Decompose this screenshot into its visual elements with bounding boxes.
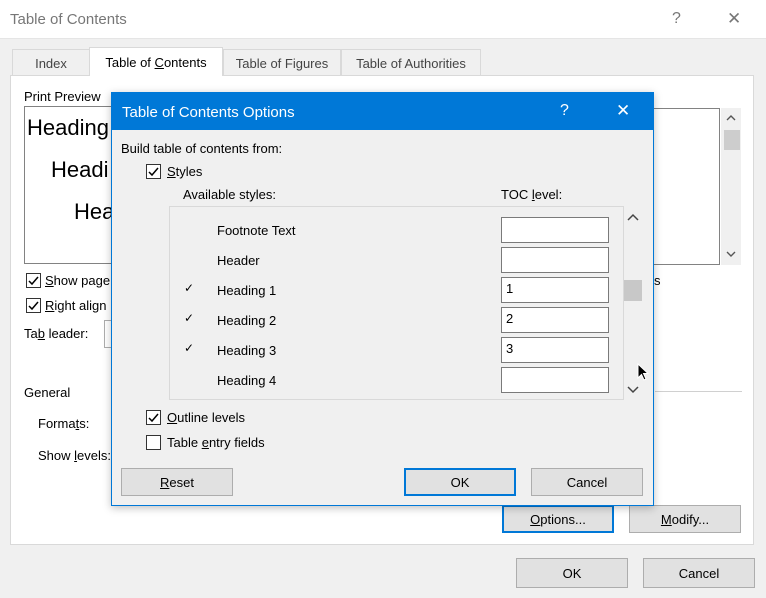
checkmark-icon: ✓	[184, 311, 195, 325]
chevron-up-icon[interactable]	[627, 213, 639, 221]
dialog-cancel-button[interactable]: Cancel	[531, 468, 643, 496]
style-row-footnote-text[interactable]: Footnote Text	[170, 217, 610, 245]
style-name: Heading 2	[217, 313, 277, 328]
print-preview-label: Print Preview	[24, 89, 101, 104]
style-name: Heading 1	[217, 283, 277, 298]
style-name: Heading 4	[217, 373, 277, 388]
styles-label: Styles	[167, 164, 203, 179]
style-name: Footnote Text	[217, 223, 296, 238]
dialog-help-button[interactable]: ?	[560, 102, 569, 120]
outline-levels-checkbox[interactable]	[146, 410, 161, 425]
show-page-label: Show page	[45, 273, 111, 288]
print-preview-box: Heading Headi Hea	[24, 106, 124, 264]
preview-heading-1: Heading	[27, 115, 109, 140]
toc-level-input[interactable]	[501, 367, 609, 393]
dialog-titlebar: Table of Contents Options ? ✕	[112, 93, 653, 130]
web-preview-scrollbar[interactable]	[721, 108, 741, 265]
check-icon	[28, 301, 39, 311]
dialog-title: Table of Contents Options	[122, 104, 295, 121]
outer-title: Table of Contents	[10, 11, 127, 28]
preview-heading-3: Hea	[74, 199, 115, 224]
toc-level-input[interactable]	[501, 247, 609, 273]
tab-table-of-authorities[interactable]: Table of Authorities	[341, 49, 481, 76]
toc-level-input[interactable]	[501, 217, 609, 243]
general-label: General	[24, 385, 71, 400]
outer-titlebar: Table of Contents ? ✕	[0, 0, 766, 39]
show-page-checkbox[interactable]	[26, 273, 41, 288]
style-row-heading-3[interactable]: ✓ Heading 3 3	[170, 337, 610, 365]
general-divider	[655, 391, 742, 392]
preview-heading-2: Headi	[51, 157, 109, 182]
available-styles-header: Available styles:	[183, 187, 276, 202]
modify-button[interactable]: Modify...	[629, 505, 741, 533]
check-icon	[148, 167, 159, 177]
toc-level-input[interactable]: 2	[501, 307, 609, 333]
toc-level-header: TOC level:	[501, 187, 563, 202]
checkmark-icon: ✓	[184, 341, 195, 355]
outer-cancel-button[interactable]: Cancel	[643, 558, 755, 588]
check-icon	[28, 276, 39, 286]
tab-leader-label: Tab leader:	[24, 326, 89, 341]
style-row-header[interactable]: Header	[170, 247, 610, 275]
style-name: Heading 3	[217, 343, 277, 358]
reset-button[interactable]: Reset	[121, 468, 233, 496]
chevron-down-icon[interactable]	[627, 386, 639, 394]
outer-close-button[interactable]: ✕	[727, 9, 741, 29]
formats-label: Formats:	[38, 416, 90, 431]
styles-checkbox[interactable]	[146, 164, 161, 179]
right-align-checkbox[interactable]	[26, 298, 41, 313]
mouse-cursor-icon	[637, 363, 649, 381]
style-row-heading-2[interactable]: ✓ Heading 2 2	[170, 307, 610, 335]
outer-ok-button[interactable]: OK	[516, 558, 628, 588]
table-entry-fields-checkbox[interactable]	[146, 435, 161, 450]
chevron-up-icon[interactable]	[726, 114, 736, 121]
style-row-heading-4[interactable]: Heading 4	[170, 367, 610, 395]
dialog-ok-button[interactable]: OK	[404, 468, 516, 496]
scroll-thumb[interactable]	[624, 280, 642, 301]
dialog-close-button[interactable]: ✕	[616, 101, 630, 121]
checkmark-icon: ✓	[184, 281, 195, 295]
show-levels-label: Show levels:	[38, 448, 111, 463]
check-icon	[148, 413, 159, 423]
options-button[interactable]: Options...	[502, 505, 614, 533]
toc-options-dialog: Table of Contents Options ? ✕ Build tabl…	[111, 92, 654, 506]
toc-level-input[interactable]: 3	[501, 337, 609, 363]
style-name: Header	[217, 253, 260, 268]
tab-table-of-figures[interactable]: Table of Figures	[223, 49, 341, 76]
right-align-label: Right align	[45, 298, 107, 313]
scroll-thumb[interactable]	[724, 130, 740, 150]
style-row-heading-1[interactable]: ✓ Heading 1 1	[170, 277, 610, 305]
tab-index[interactable]: Index	[12, 49, 90, 76]
toc-level-input[interactable]: 1	[501, 277, 609, 303]
build-label: Build table of contents from:	[121, 141, 283, 156]
outline-levels-label: Outline levels	[167, 410, 246, 425]
table-entry-fields-label: Table entry fields	[167, 435, 265, 450]
tab-table-of-contents[interactable]: Table of Contents	[89, 47, 223, 76]
chevron-down-icon[interactable]	[726, 251, 736, 258]
outer-help-button[interactable]: ?	[672, 10, 681, 28]
partial-right-text: s	[654, 273, 661, 288]
